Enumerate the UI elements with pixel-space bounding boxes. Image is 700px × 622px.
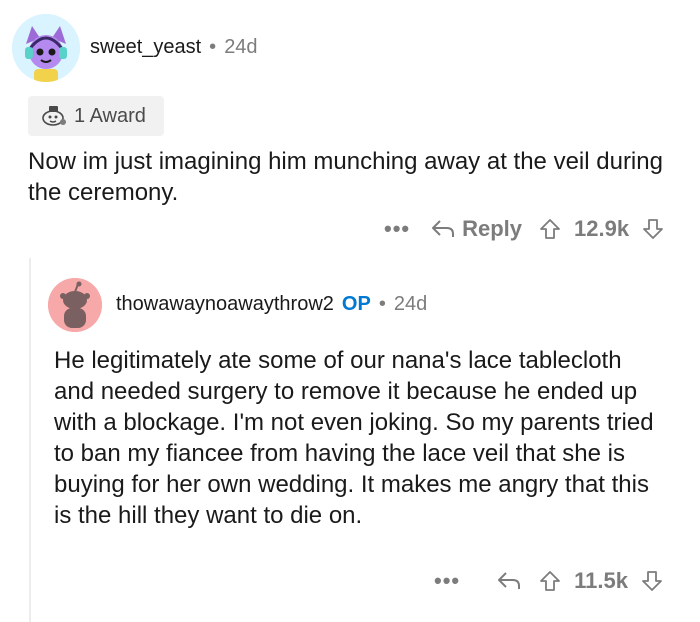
vote-count: 12.9k [574,216,630,241]
award-icon [40,104,68,128]
username[interactable]: sweet_yeast [90,36,201,59]
comment-body: He legitimately ate some of our nana's l… [54,347,654,529]
user-avatar[interactable] [48,278,102,332]
reply-label: Reply [462,216,523,241]
comment-header: sweet_yeast • 24d [90,36,258,59]
comment-actions: ••• 11.5k [434,566,664,596]
username[interactable]: thowawaynoawaythrow2 [116,293,334,316]
user-avatar[interactable] [12,14,80,82]
downvote-icon[interactable] [640,569,664,593]
reply-icon[interactable] [496,570,522,592]
award-badge[interactable]: 1 Award [28,96,164,136]
reply-button[interactable]: Reply [430,216,522,242]
comment-age[interactable]: 24d [394,293,427,316]
award-label: 1 Award [74,104,146,127]
thread-line[interactable] [29,258,31,622]
separator: • [378,293,386,315]
vote-count: 11.5k [574,568,628,593]
comment-body: Now im just imagining him munching away … [28,148,663,206]
comment-age[interactable]: 24d [224,36,257,59]
op-badge: OP [341,293,371,315]
more-options-button[interactable]: ••• [384,216,410,242]
upvote-icon[interactable] [538,217,562,241]
downvote-icon[interactable] [641,217,665,241]
separator: • [209,36,217,58]
more-options-button[interactable]: ••• [434,568,460,594]
reply-icon [430,218,456,240]
comment-actions: ••• Reply 12.9k [384,214,665,244]
comment-header: thowawaynoawaythrow2 OP • 24d [116,293,427,316]
upvote-icon[interactable] [538,569,562,593]
